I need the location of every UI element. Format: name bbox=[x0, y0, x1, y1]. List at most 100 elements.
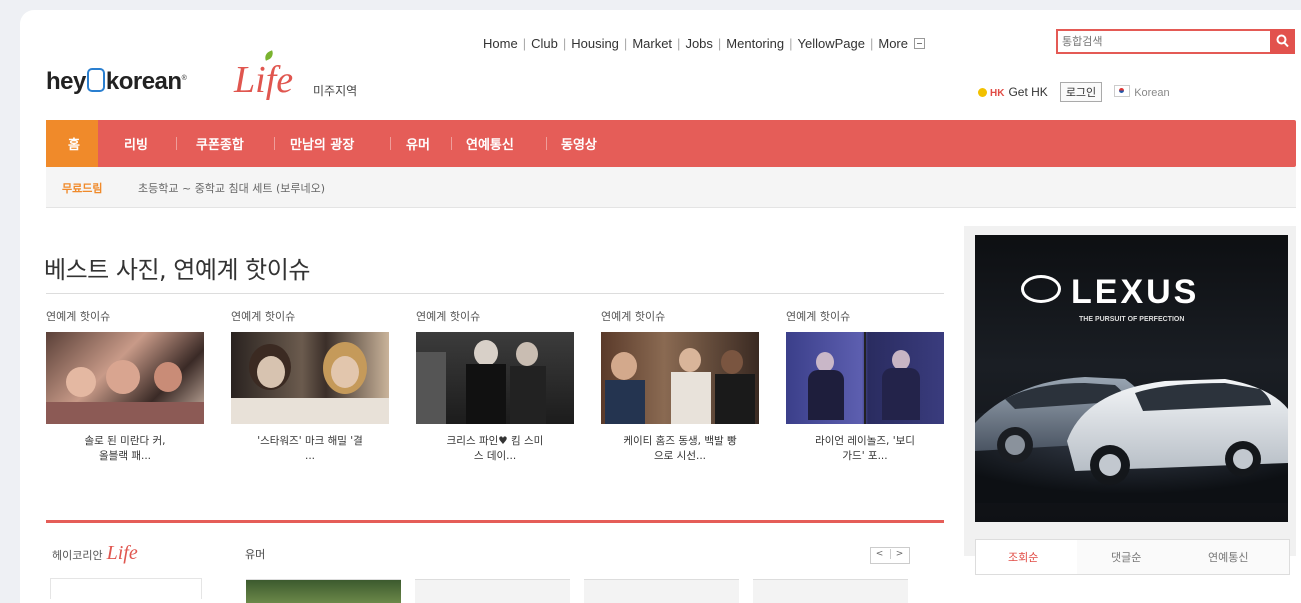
nav-separator bbox=[274, 137, 275, 150]
nav-tab-entertainment[interactable]: 연예통신 bbox=[466, 134, 514, 153]
nav-tab-living[interactable]: 리빙 bbox=[124, 134, 148, 153]
photo-card[interactable]: 연예계 핫이슈 '스타워즈' 마크 해밀 '결... bbox=[231, 308, 389, 464]
photo-card[interactable]: 연예계 핫이슈 라이언 레이놀즈, '보디가드' 포... bbox=[786, 308, 944, 464]
card-caption-line2: 가드' 포... bbox=[842, 450, 888, 462]
separator: | bbox=[717, 36, 722, 51]
topnav-housing[interactable]: Housing bbox=[571, 36, 619, 51]
humor-thumbnail[interactable] bbox=[584, 579, 739, 603]
logo-brand-left: hey bbox=[46, 68, 86, 95]
search-icon bbox=[1276, 34, 1289, 48]
tab-most-viewed[interactable]: 조회순 bbox=[1008, 549, 1038, 565]
prev-arrow-icon[interactable]: < bbox=[871, 549, 888, 559]
section-divider bbox=[46, 520, 944, 523]
separator: | bbox=[869, 36, 874, 51]
divider bbox=[46, 293, 944, 294]
ticker-label: 무료드림 bbox=[62, 182, 103, 195]
nav-home-label: 홈 bbox=[68, 138, 80, 153]
card-caption-line1: 라이언 레이놀즈, '보디 bbox=[815, 435, 915, 447]
logo-brand-right: korean bbox=[105, 68, 182, 95]
language-selector[interactable]: Korean bbox=[1134, 87, 1169, 99]
logo-heykorean: hey korean® bbox=[46, 68, 187, 95]
nav-tab-meeting-square[interactable]: 만남의 광장 bbox=[290, 134, 354, 153]
humor-thumbnail[interactable] bbox=[753, 579, 908, 603]
logo-region: 미주지역 bbox=[313, 84, 358, 98]
card-caption-line1: '스타워즈' 마크 해밀 '결 bbox=[257, 435, 363, 447]
korea-flag-icon bbox=[1114, 85, 1131, 97]
hk-label: HK bbox=[990, 88, 1005, 99]
ranking-tabs: 조회순 댓글순 연예통신 bbox=[975, 539, 1290, 575]
card-thumbnail[interactable] bbox=[601, 332, 759, 424]
login-button[interactable]: 로그인 bbox=[1059, 82, 1103, 102]
nav-separator bbox=[390, 137, 391, 150]
card-caption-line1: 솔로 된 미란다 커, bbox=[84, 435, 166, 447]
nav-separator bbox=[451, 137, 452, 150]
card-thumbnail[interactable] bbox=[46, 332, 204, 424]
nav-tab-video[interactable]: 동영상 bbox=[561, 134, 597, 153]
humor-section-label: 유머 bbox=[245, 548, 266, 561]
bottom-logo-life: Life bbox=[106, 542, 138, 564]
tab-entertainment-news[interactable]: 연예통신 bbox=[1208, 549, 1248, 565]
card-category: 연예계 핫이슈 bbox=[231, 310, 296, 323]
search-input[interactable] bbox=[1062, 33, 1252, 50]
card-caption-line2: 으로 시선... bbox=[654, 450, 706, 462]
topnav-mentoring[interactable]: Mentoring bbox=[726, 36, 784, 51]
separator: | bbox=[562, 36, 567, 51]
topnav-club[interactable]: Club bbox=[531, 36, 558, 51]
card-caption[interactable]: 크리스 파인♥ 킴 스미스 데이... bbox=[416, 434, 574, 464]
logo-mark-icon bbox=[86, 68, 105, 92]
card-category: 연예계 핫이슈 bbox=[601, 310, 666, 323]
search-button[interactable] bbox=[1270, 29, 1295, 54]
ad-tagline: THE PURSUIT OF PERFECTION bbox=[1079, 316, 1185, 323]
top-navigation: Home | Club | Housing | Market | Jobs | Mentoring |… bbox=[483, 36, 925, 51]
topnav-home[interactable]: Home bbox=[483, 36, 518, 51]
separator: | bbox=[623, 36, 628, 51]
lexus-ad-banner[interactable]: LEXUS THE PURSUIT OF PERFECTION bbox=[975, 235, 1288, 522]
humor-thumbnail[interactable] bbox=[246, 579, 401, 603]
card-thumbnail[interactable] bbox=[786, 332, 944, 424]
search-box bbox=[1056, 29, 1282, 54]
topnav-yellowpage[interactable]: YellowPage bbox=[798, 36, 865, 51]
card-caption[interactable]: 라이언 레이놀즈, '보디가드' 포... bbox=[786, 434, 944, 464]
nav-separator bbox=[546, 137, 547, 150]
card-caption-line2: 스 데이... bbox=[473, 450, 517, 462]
humor-thumbnail[interactable] bbox=[415, 579, 570, 603]
card-caption[interactable]: '스타워즈' 마크 해밀 '결... bbox=[231, 434, 389, 464]
nav-separator bbox=[176, 137, 177, 150]
card-category: 연예계 핫이슈 bbox=[786, 310, 851, 323]
user-utility-bar: HK Get HK 로그인 Korean bbox=[978, 82, 1170, 102]
tab-most-commented[interactable]: 댓글순 bbox=[1111, 549, 1141, 565]
separator: | bbox=[789, 36, 793, 51]
card-caption[interactable]: 케이티 홈즈 동생, 백발 빵 으로 시선... bbox=[601, 434, 759, 464]
separator: | bbox=[522, 36, 527, 51]
photo-card[interactable]: 연예계 핫이슈 크리스 파인♥ 킴 스미스 데이... bbox=[416, 308, 574, 464]
card-thumbnail[interactable] bbox=[231, 332, 389, 424]
topnav-market[interactable]: Market bbox=[632, 36, 672, 51]
card-caption-line2: ... bbox=[304, 450, 315, 462]
lexus-logo-icon bbox=[1021, 275, 1061, 303]
ticker-link[interactable]: 초등학교 ~ 중학교 침대 세트 (보루네오) bbox=[138, 180, 325, 196]
separator: | bbox=[677, 36, 681, 51]
coin-icon bbox=[978, 88, 987, 97]
photo-card[interactable]: 연예계 핫이슈 케이티 홈즈 동생, 백발 빵 으로 시선... bbox=[601, 308, 759, 464]
get-hk-link[interactable]: Get HK bbox=[1008, 85, 1047, 99]
main-navigation: 홈 리빙 쿠폰종합 만남의 광장 유머 연예통신 동영상 bbox=[46, 120, 1296, 167]
nav-tab-humor[interactable]: 유머 bbox=[406, 134, 430, 153]
card-category: 연예계 핫이슈 bbox=[46, 310, 111, 323]
nav-tab-coupons[interactable]: 쿠폰종합 bbox=[196, 134, 244, 153]
card-caption-line2: 올블랙 패... bbox=[99, 450, 151, 462]
card-caption-line1: 크리스 파인♥ 킴 스미 bbox=[446, 435, 544, 447]
section-title: 베스트 사진, 연예계 핫이슈 bbox=[44, 256, 310, 284]
card-thumbnail[interactable] bbox=[416, 332, 574, 424]
topnav-jobs[interactable]: Jobs bbox=[685, 36, 712, 51]
nav-home-tab[interactable]: 홈 bbox=[46, 120, 98, 167]
bottom-logo-text: 헤이코리안 bbox=[52, 549, 103, 562]
page: hey korean® Life 미주지역 Home | Club | Housing | M… bbox=[20, 10, 1301, 603]
car-illustration bbox=[975, 377, 1288, 503]
card-caption[interactable]: 솔로 된 미란다 커, 올블랙 패... bbox=[46, 434, 204, 464]
next-arrow-icon[interactable]: > bbox=[890, 549, 908, 559]
bottom-left-panel bbox=[50, 578, 202, 599]
more-expand-icon[interactable] bbox=[913, 38, 925, 49]
photo-card[interactable]: 연예계 핫이슈 솔로 된 미란다 커, 올블랙 패... bbox=[46, 308, 204, 464]
topnav-more[interactable]: More bbox=[878, 36, 908, 51]
card-category: 연예계 핫이슈 bbox=[416, 310, 481, 323]
